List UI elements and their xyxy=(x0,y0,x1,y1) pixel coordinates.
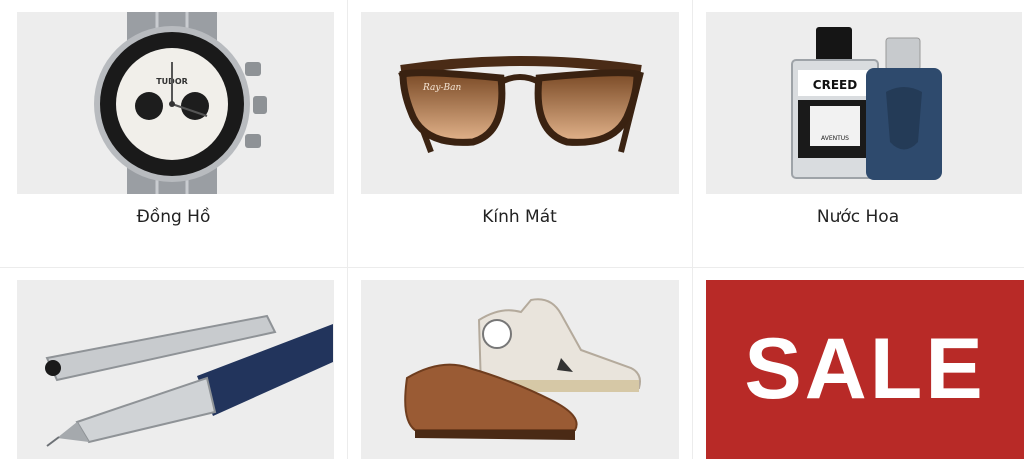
perfume-icon: CREED AVENTUS xyxy=(791,27,942,180)
sunglasses-brand: Ray-Ban xyxy=(422,83,461,93)
sale-banner-background: SALE xyxy=(706,280,1024,459)
shoes-icon xyxy=(404,298,641,440)
category-tile-sunglasses[interactable]: Ray-Ban Kính Mát xyxy=(347,0,692,267)
sale-text: SALE xyxy=(744,321,986,417)
category-grid: TUDOR Đồng Hồ xyxy=(0,0,1024,459)
watch-image[interactable]: TUDOR xyxy=(17,12,334,194)
category-label: Kính Mát xyxy=(482,207,557,227)
perfume-name: AVENTUS xyxy=(821,135,849,142)
sale-banner[interactable]: SALE xyxy=(692,268,1024,459)
category-tile-watches[interactable]: TUDOR Đồng Hồ xyxy=(0,0,347,267)
category-tile-perfume[interactable]: CREED AVENTUS Nước Hoa xyxy=(692,0,1024,267)
category-label: Nước Hoa xyxy=(816,207,900,227)
category-tile-pens[interactable] xyxy=(0,268,347,459)
sunglasses-icon: Ray-Ban xyxy=(398,56,644,154)
sunglasses-image[interactable]: Ray-Ban xyxy=(361,12,679,194)
perfume-brand: CREED xyxy=(813,78,857,92)
pen-image[interactable] xyxy=(17,280,334,459)
watch-icon: TUDOR xyxy=(94,12,267,194)
shoes-image[interactable] xyxy=(361,280,679,459)
perfume-image[interactable]: CREED AVENTUS xyxy=(706,12,1022,194)
pen-icon xyxy=(45,314,333,447)
category-tile-shoes[interactable] xyxy=(347,268,692,459)
category-label: Đồng Hồ xyxy=(136,207,211,227)
